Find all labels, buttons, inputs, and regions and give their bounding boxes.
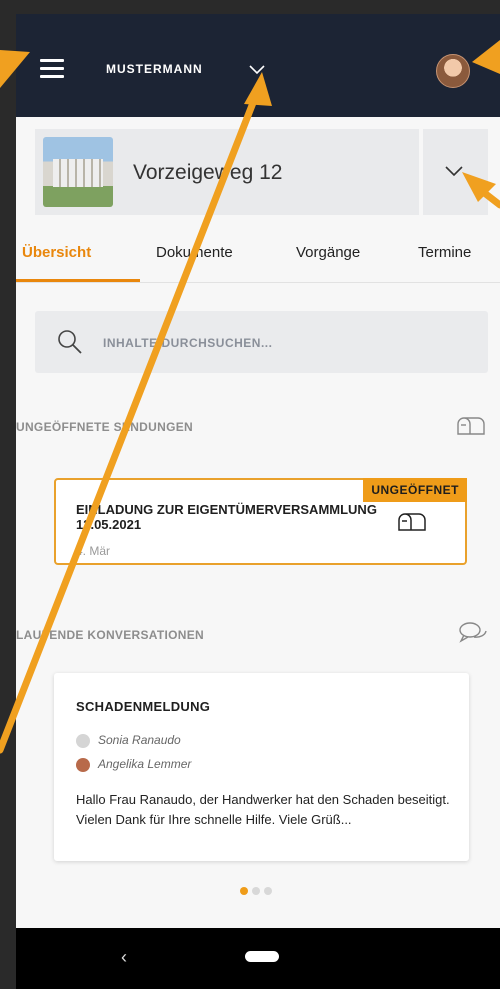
unopened-mail-card[interactable]: UNGEÖFFNET EINLADUNG ZUR EIGENTÜMERVERSA… bbox=[54, 478, 467, 565]
search-placeholder: INHALTE DURCHSUCHEN... bbox=[103, 336, 273, 350]
system-nav-bar: ‹ bbox=[16, 928, 500, 989]
conversation-preview: Hallo Frau Ranaudo, der Handwerker hat d… bbox=[76, 792, 450, 827]
search-input[interactable]: INHALTE DURCHSUCHEN... bbox=[35, 311, 488, 373]
participant-name: Sonia Ranaudo bbox=[98, 733, 181, 747]
chevron-down-icon bbox=[445, 166, 463, 177]
carousel-dot[interactable] bbox=[240, 887, 248, 895]
conversation-card[interactable]: SCHADENMELDUNG Sonia Ranaudo Angelika Le… bbox=[54, 673, 469, 861]
property-dropdown-button[interactable] bbox=[423, 129, 488, 215]
carousel-dot[interactable] bbox=[252, 887, 260, 895]
property-thumbnail bbox=[43, 137, 113, 207]
status-badge: UNGEÖFFNET bbox=[363, 478, 467, 502]
tab-documents[interactable]: Dokumente bbox=[156, 244, 233, 261]
participant-row: Angelika Lemmer bbox=[76, 757, 191, 772]
active-tab-indicator bbox=[16, 279, 140, 282]
avatar bbox=[76, 757, 90, 772]
carousel-indicator bbox=[240, 882, 276, 900]
participant-row: Sonia Ranaudo bbox=[76, 733, 181, 748]
section-title-conversations: LAUFENDE KONVERSATIONEN bbox=[16, 628, 205, 642]
section-title-unopened: UNGEÖFFNETE SENDUNGEN bbox=[16, 420, 193, 434]
mail-date: 4. Mär bbox=[76, 544, 111, 558]
account-name[interactable]: MUSTERMANN bbox=[106, 62, 203, 76]
mailbox-icon bbox=[457, 417, 485, 435]
home-pill[interactable] bbox=[245, 951, 279, 962]
search-icon bbox=[58, 330, 82, 354]
avatar bbox=[76, 733, 90, 748]
tab-appointments[interactable]: Termine bbox=[418, 244, 471, 261]
carousel-dot[interactable] bbox=[264, 887, 272, 895]
tab-processes[interactable]: Vorgänge bbox=[296, 244, 360, 261]
chevron-down-icon[interactable] bbox=[248, 64, 266, 76]
back-icon[interactable]: ‹ bbox=[121, 947, 127, 968]
app-bar: MUSTERMANN bbox=[16, 14, 500, 117]
property-name: Vorzeigeweg 12 bbox=[133, 161, 283, 184]
user-avatar[interactable] bbox=[436, 54, 470, 88]
property-selector[interactable]: Vorzeigeweg 12 bbox=[35, 129, 419, 215]
chat-bubbles-icon bbox=[459, 622, 487, 643]
tab-overview[interactable]: Übersicht bbox=[22, 244, 91, 261]
mailbox-icon bbox=[398, 513, 426, 531]
participant-name: Angelika Lemmer bbox=[98, 757, 192, 771]
mail-title: EINLADUNG ZUR EIGENTÜMERVERSAMMLUNG 12.0… bbox=[76, 502, 377, 532]
phone-screen: MUSTERMANN Vorzeigeweg 12 Übersicht Doku… bbox=[16, 14, 500, 989]
conversation-title: SCHADENMELDUNG bbox=[76, 699, 211, 714]
tab-bar: Übersicht Dokumente Vorgänge Termine bbox=[16, 232, 500, 283]
menu-icon[interactable] bbox=[40, 59, 64, 78]
